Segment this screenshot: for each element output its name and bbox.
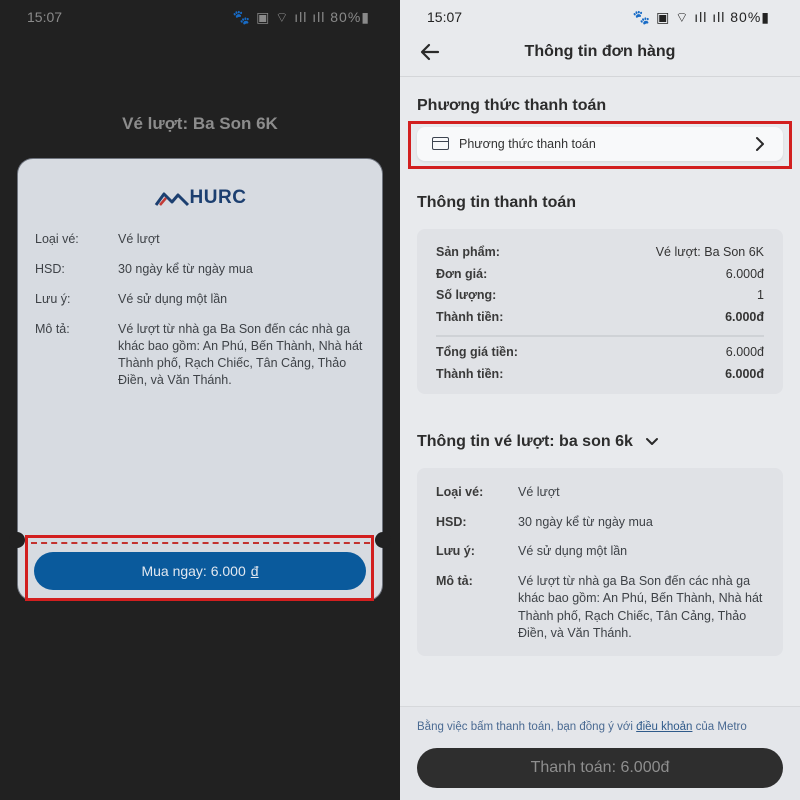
terms-suffix: của Metro <box>692 721 747 733</box>
summary-label: Số lượng: <box>436 288 497 302</box>
ticket-notch-left <box>9 532 25 548</box>
status-bar: 15:07 🐾 ▣ ⌔ ıll ıll 80%▮ <box>0 0 400 32</box>
summary-label: Sản phẩm: <box>436 245 500 259</box>
info-row-expiry: HSD: 30 ngày kể từ ngày mua <box>436 514 769 532</box>
payment-summary-list: Sản phẩm: Vé lượt: Ba Son 6K Đơn giá: 6.… <box>436 245 764 388</box>
status-icons: 🐾 ▣ ⌔ ıll ıll 80%▮ <box>232 9 370 25</box>
terms-text: Bằng việc bấm thanh toán, bạn đồng ý với… <box>417 721 747 733</box>
page-title: Thông tin đơn hàng <box>524 43 676 60</box>
info-label: Loại vé: <box>35 232 79 246</box>
payment-method-heading: Phương thức thanh toán <box>417 97 607 114</box>
info-value: 30 ngày kể từ ngày mua <box>118 262 253 276</box>
highlight-box-payment-method <box>408 121 792 169</box>
checkout-footer: Bằng việc bấm thanh toán, bạn đồng ý với… <box>400 706 800 800</box>
ticket-info-card: Loại vé: Vé lượt HSD: 30 ngày kể từ ngày… <box>417 468 783 656</box>
summary-value: 6.000đ <box>725 266 764 281</box>
ticket-info-heading: Thông tin vé lượt: ba son 6k <box>417 433 633 450</box>
summary-row-product: Sản phẩm: Vé lượt: Ba Son 6K <box>436 245 764 267</box>
info-value: Vé sử dụng một lần <box>118 292 228 306</box>
status-time: 15:07 <box>427 9 463 25</box>
status-icons: 🐾 ▣ ⌔ ıll ıll 80%▮ <box>632 9 770 25</box>
info-value: Vé sử dụng một lần <box>518 544 628 558</box>
info-value: 30 ngày kể từ ngày mua <box>518 514 653 529</box>
summary-value: 6.000đ <box>725 309 764 324</box>
info-row-type: Loại vé: Vé lượt <box>436 484 769 502</box>
info-label: Lưu ý: <box>436 544 475 558</box>
terms-prefix: Bằng việc bấm thanh toán, bạn đồng ý với <box>417 721 637 733</box>
info-value: Vé lượt từ nhà ga Ba Son đến các nhà ga … <box>118 322 363 387</box>
pay-button[interactable]: Thanh toán: 6.000đ <box>417 748 783 788</box>
summary-value: Vé lượt: Ba Son 6K <box>655 245 764 259</box>
hurc-logo: HURC <box>18 187 382 209</box>
info-label: HSD: <box>35 262 65 276</box>
summary-value: 6.000đ <box>725 366 764 381</box>
logo-text: HURC <box>189 187 247 208</box>
summary-row-total: Thành tiền: 6.000đ <box>436 367 764 389</box>
summary-label: Tổng giá tiền: <box>436 345 518 359</box>
hurc-logo-icon <box>154 192 189 207</box>
ticket-body: HURC Loại vé: Vé lượt HSD: 30 ngày kể từ… <box>18 159 382 539</box>
summary-divider <box>436 335 764 337</box>
chevron-down-icon <box>646 437 659 445</box>
ticket-detail-screen: 15:07 🐾 ▣ ⌔ ıll ıll 80%▮ Vé lượt: Ba Son… <box>0 0 400 800</box>
terms-link[interactable]: điều khoản <box>636 721 692 733</box>
info-value: Vé lượt <box>118 232 160 246</box>
status-bar: 15:07 🐾 ▣ ⌔ ıll ıll 80%▮ <box>400 0 800 32</box>
ticket-notch-right <box>375 532 391 548</box>
info-label: Mô tả: <box>35 322 70 336</box>
info-value: Vé lượt <box>518 485 560 499</box>
summary-label: Đơn giá: <box>436 266 488 281</box>
info-value: Vé lượt từ nhà ga Ba Son đến các nhà ga … <box>518 573 763 641</box>
ticket-title: Vé lượt: Ba Son 6K <box>122 114 278 133</box>
info-label: Loại vé: <box>436 485 484 499</box>
app-bar: Thông tin đơn hàng <box>400 30 800 74</box>
info-row-expiry: HSD: 30 ngày kể từ ngày mua <box>35 261 367 278</box>
info-row-description: Mô tả: Vé lượt từ nhà ga Ba Son đến các … <box>35 321 367 389</box>
order-info-screen: 15:07 🐾 ▣ ⌔ ıll ıll 80%▮ Thông tin đơn h… <box>400 0 800 800</box>
ticket-info-list: Loại vé: Vé lượt HSD: 30 ngày kể từ ngày… <box>35 231 367 402</box>
summary-label: Thành tiền: <box>436 309 504 324</box>
info-row-description: Mô tả: Vé lượt từ nhà ga Ba Son đến các … <box>436 573 769 643</box>
summary-row-subtotal: Thành tiền: 6.000đ <box>436 310 764 332</box>
summary-value: 1 <box>757 288 764 302</box>
ticket-info-toggle[interactable]: Thông tin vé lượt: ba son 6k <box>417 433 659 451</box>
summary-label: Thành tiền: <box>436 366 504 381</box>
payment-summary-card: Sản phẩm: Vé lượt: Ba Son 6K Đơn giá: 6.… <box>417 229 783 394</box>
info-row-note: Lưu ý: Vé sử dụng một lần <box>35 291 367 308</box>
summary-row-quantity: Số lượng: 1 <box>436 288 764 310</box>
summary-row-unit-price: Đơn giá: 6.000đ <box>436 267 764 289</box>
status-time: 15:07 <box>27 9 63 25</box>
highlight-box-buy <box>25 535 374 601</box>
info-row-type: Loại vé: Vé lượt <box>35 231 367 248</box>
payment-info-heading: Thông tin thanh toán <box>417 194 577 211</box>
app-bar-divider <box>400 76 800 77</box>
info-label: Lưu ý: <box>35 292 71 306</box>
ticket-info-list: Loại vé: Vé lượt HSD: 30 ngày kể từ ngày… <box>436 484 769 655</box>
summary-value: 6.000đ <box>725 345 764 359</box>
info-label: HSD: <box>436 514 467 529</box>
info-row-note: Lưu ý: Vé sử dụng một lần <box>436 543 769 561</box>
info-label: Mô tả: <box>436 573 473 588</box>
summary-row-total-price: Tổng giá tiền: 6.000đ <box>436 345 764 367</box>
